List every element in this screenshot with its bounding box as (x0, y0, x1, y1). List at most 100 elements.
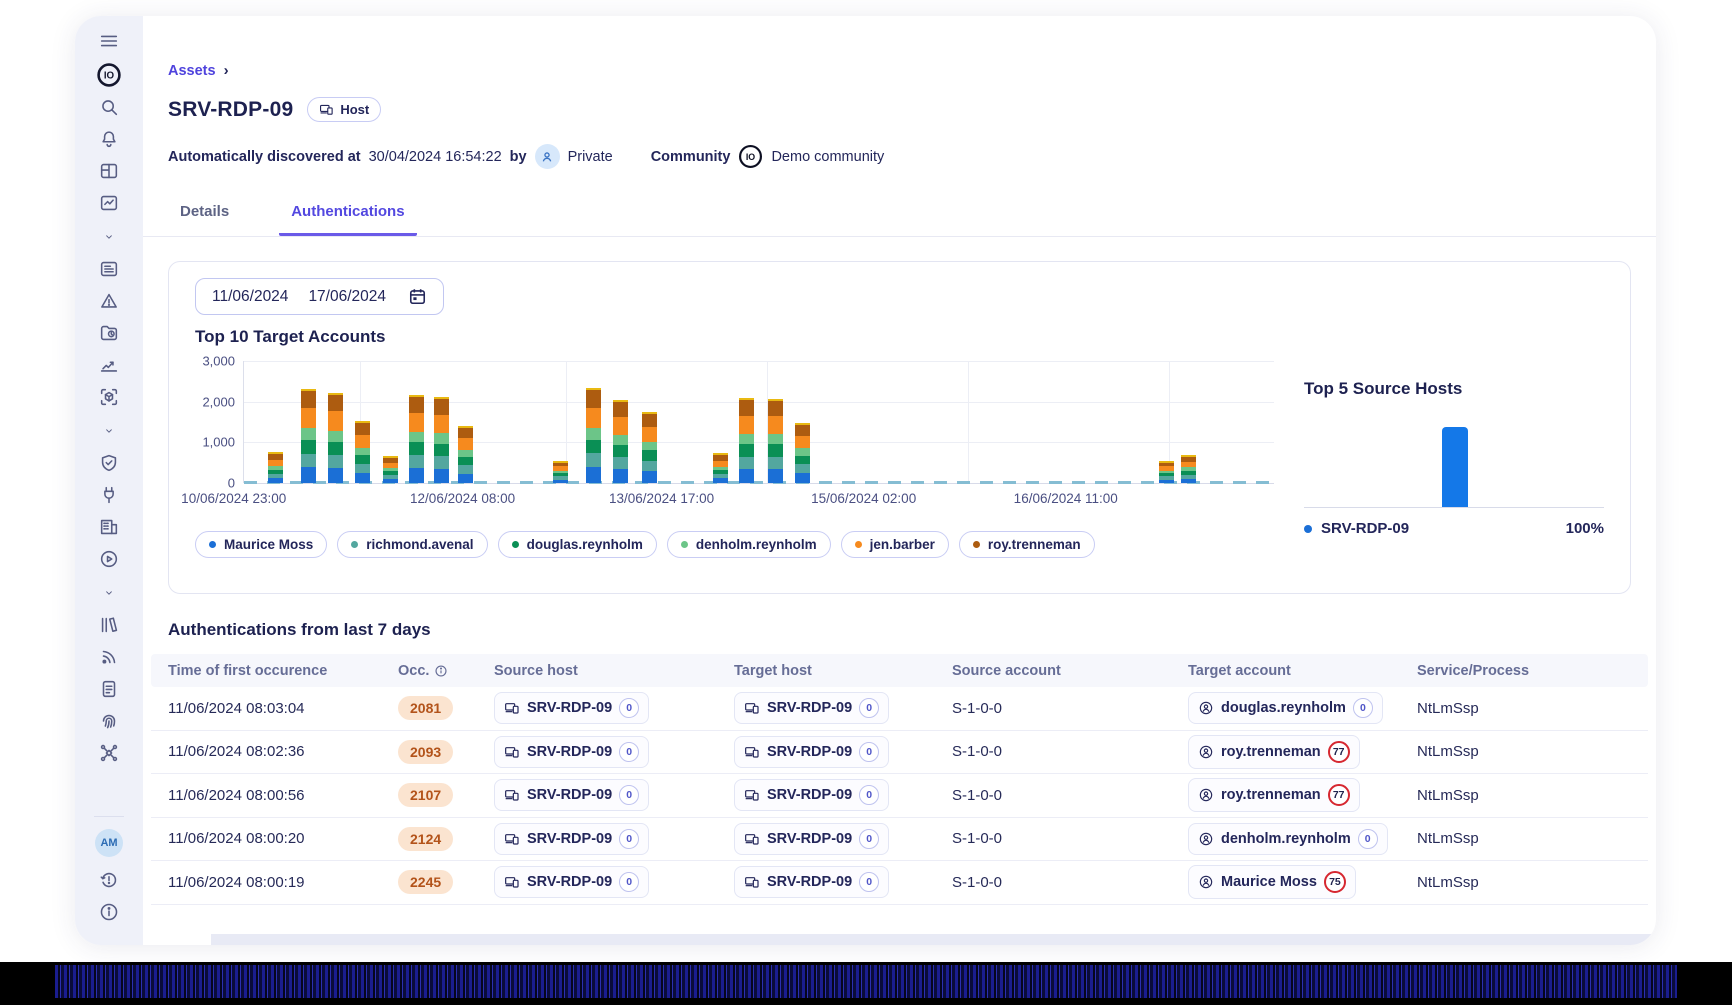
horizontal-scrollbar[interactable] (211, 934, 1656, 945)
rss-icon[interactable] (98, 646, 120, 668)
stacked-bar[interactable] (586, 388, 601, 483)
target-host-cell: SRV-RDP-090 (734, 692, 952, 724)
stacked-bar[interactable] (1159, 461, 1174, 483)
shield-check-icon[interactable] (98, 452, 120, 474)
stacked-bar[interactable] (409, 395, 424, 483)
info-icon[interactable] (434, 664, 448, 678)
plug-icon[interactable] (98, 484, 120, 506)
stacked-bar[interactable] (458, 426, 473, 483)
folder-clock-icon[interactable] (98, 322, 120, 344)
legend-chip[interactable]: Maurice Moss (195, 531, 327, 558)
stacked-bar[interactable] (642, 412, 657, 483)
account-chip[interactable]: roy.trenneman77 (1188, 735, 1360, 769)
table-row[interactable]: 11/06/2024 08:03:042081SRV-RDP-090SRV-RD… (151, 687, 1648, 731)
menu-icon[interactable] (98, 30, 120, 52)
document-icon[interactable] (98, 678, 120, 700)
stacked-bar[interactable] (713, 453, 728, 483)
bar-segment (642, 427, 657, 442)
host-chip[interactable]: SRV-RDP-090 (734, 692, 889, 724)
stacked-bar[interactable] (553, 461, 568, 483)
table-row[interactable]: 11/06/2024 08:00:562107SRV-RDP-090SRV-RD… (151, 774, 1648, 818)
main-content: Assets › SRV-RDP-09 Host Automatically d… (143, 16, 1656, 945)
play-circle-icon[interactable] (98, 548, 120, 570)
bar-segment (328, 411, 343, 430)
user-avatar[interactable]: AM (95, 829, 123, 857)
host-chip-badge: 0 (859, 872, 879, 892)
private-user-icon[interactable] (535, 144, 560, 169)
layout-icon[interactable] (98, 160, 120, 182)
gridline-horizontal (244, 361, 1274, 362)
x-tick-label: 13/06/2024 17:00 (609, 491, 714, 506)
calendar-icon[interactable] (408, 287, 427, 306)
date-range-start[interactable]: 11/06/2024 (212, 288, 288, 306)
x-tick-label: 10/06/2024 23:00 (181, 491, 286, 506)
table-header-row: Time of first occurenceOcc.Source hostTa… (151, 654, 1648, 687)
host-chip[interactable]: SRV-RDP-090 (494, 736, 649, 768)
tab-authentications[interactable]: Authentications (279, 199, 416, 236)
warning-triangle-icon[interactable] (98, 290, 120, 312)
fingerprint-icon[interactable] (98, 710, 120, 732)
bell-icon[interactable] (98, 128, 120, 150)
table-row[interactable]: 11/06/2024 08:00:202124SRV-RDP-090SRV-RD… (151, 818, 1648, 862)
account-chip[interactable]: roy.trenneman77 (1188, 778, 1360, 812)
chart-legend: Maurice Moss richmond.avenal douglas.reynh… (195, 531, 1274, 558)
history-icon[interactable] (98, 869, 120, 891)
legend-chip[interactable]: douglas.reynholm (498, 531, 657, 558)
time-cell: 11/06/2024 08:00:20 (151, 830, 398, 847)
breadcrumb-assets-link[interactable]: Assets (168, 63, 216, 79)
host-chip[interactable]: SRV-RDP-090 (734, 866, 889, 898)
source-host-cell: SRV-RDP-090 (494, 866, 734, 898)
stacked-bar[interactable] (768, 399, 783, 483)
table-row[interactable]: 11/06/2024 08:00:192245SRV-RDP-090SRV-RD… (151, 861, 1648, 905)
building-icon[interactable] (98, 516, 120, 538)
host-chip[interactable]: SRV-RDP-090 (734, 779, 889, 811)
bar-segment (586, 453, 601, 467)
date-range-picker[interactable]: 11/06/2024 17/06/2024 (195, 278, 444, 315)
legend-chip[interactable]: jen.barber (841, 531, 949, 558)
chevron-down-icon[interactable] (98, 424, 120, 438)
account-chip[interactable]: denholm.reynholm0 (1188, 823, 1388, 855)
bar-segment (409, 455, 424, 468)
account-chip[interactable]: Maurice Moss75 (1188, 865, 1356, 899)
account-chip[interactable]: douglas.reynholm0 (1188, 692, 1383, 724)
legend-chip[interactable]: richmond.avenal (337, 531, 487, 558)
chart-stats-icon[interactable] (98, 354, 120, 376)
stacked-bar[interactable] (383, 456, 398, 483)
host-chip[interactable]: SRV-RDP-090 (494, 692, 649, 724)
date-range-end[interactable]: 17/06/2024 (308, 288, 386, 306)
bar-segment (434, 444, 449, 457)
stacked-bar[interactable] (434, 397, 449, 483)
host-chip[interactable]: SRV-RDP-090 (734, 736, 889, 768)
bar-segment (613, 469, 628, 483)
stacked-bar[interactable] (739, 398, 754, 483)
network-hub-icon[interactable] (98, 742, 120, 764)
host-chip[interactable]: SRV-RDP-090 (494, 823, 649, 855)
legend-chip[interactable]: roy.trenneman (959, 531, 1095, 558)
chevron-down-icon[interactable] (98, 230, 120, 244)
source-host-bar[interactable] (1442, 427, 1468, 507)
stacked-bar[interactable] (355, 421, 370, 483)
host-chip[interactable]: SRV-RDP-090 (494, 866, 649, 898)
tab-details[interactable]: Details (168, 199, 241, 236)
legend-dot (209, 541, 216, 548)
stacked-bar[interactable] (795, 423, 810, 483)
report-icon[interactable] (98, 258, 120, 280)
logo-icon[interactable]: IO (96, 62, 122, 88)
chart-square-icon[interactable] (98, 192, 120, 214)
search-icon[interactable] (98, 96, 120, 118)
stacked-bar[interactable] (301, 389, 316, 483)
stacked-bar[interactable] (613, 400, 628, 483)
stacked-bar[interactable] (328, 393, 343, 483)
host-chip[interactable]: SRV-RDP-090 (734, 823, 889, 855)
source-hosts-legend: SRV-RDP-09 100% (1304, 520, 1604, 537)
stacked-bar[interactable] (1181, 455, 1196, 483)
table-row[interactable]: 11/06/2024 08:02:362093SRV-RDP-090SRV-RD… (151, 731, 1648, 775)
stacked-bar[interactable] (268, 452, 283, 483)
host-chip[interactable]: SRV-RDP-090 (494, 779, 649, 811)
bar-segment (301, 408, 316, 428)
info-circle-icon[interactable] (98, 901, 120, 923)
cube-scan-icon[interactable] (98, 386, 120, 408)
library-icon[interactable] (98, 614, 120, 636)
legend-chip[interactable]: denholm.reynholm (667, 531, 831, 558)
chevron-down-icon[interactable] (98, 586, 120, 600)
